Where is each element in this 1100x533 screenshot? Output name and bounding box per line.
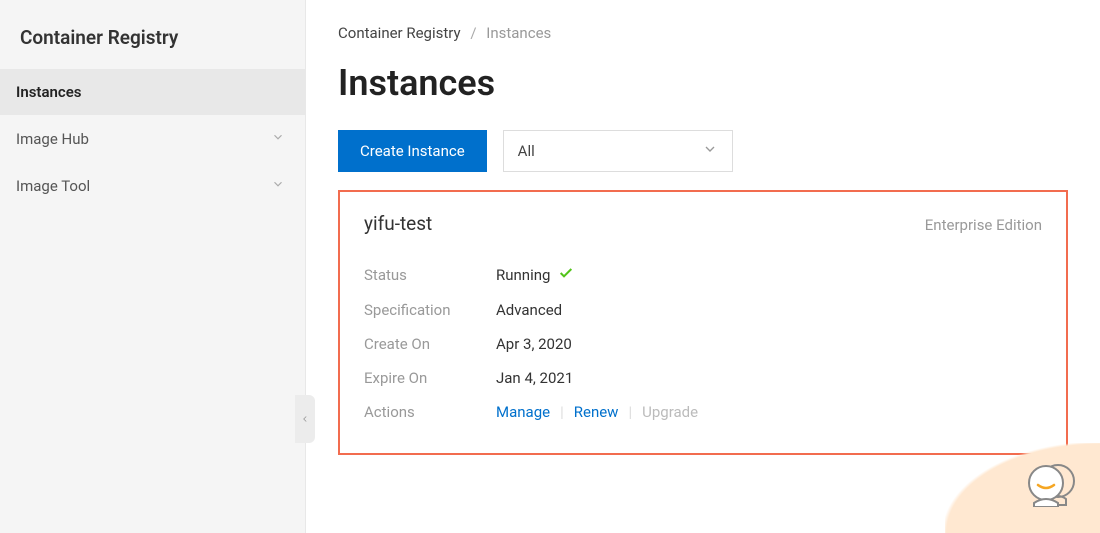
main-content: Container Registry / Instances Instances… — [306, 0, 1100, 533]
sidebar-collapse-handle[interactable] — [295, 395, 315, 443]
instance-card: yifu-test Enterprise Edition Status Runn… — [338, 190, 1068, 455]
breadcrumb-separator: / — [470, 24, 476, 42]
manage-link[interactable]: Manage — [496, 403, 550, 421]
row-expire-on: Expire On Jan 4, 2021 — [364, 361, 1042, 395]
value-specification: Advanced — [496, 301, 562, 319]
page-title: Instances — [338, 62, 1068, 104]
sidebar-item-image-hub[interactable]: Image Hub — [0, 115, 305, 162]
chevron-down-icon — [271, 176, 285, 195]
action-separator: | — [628, 403, 632, 421]
value-expire-on: Jan 4, 2021 — [496, 369, 573, 387]
action-separator: | — [560, 403, 564, 421]
instance-card-header: yifu-test Enterprise Edition — [364, 212, 1042, 235]
instance-name: yifu-test — [364, 212, 432, 235]
chevron-down-icon — [702, 141, 718, 161]
value-status: Running — [496, 265, 574, 285]
row-specification: Specification Advanced — [364, 293, 1042, 327]
sidebar-item-image-tool[interactable]: Image Tool — [0, 162, 305, 209]
instance-edition: Enterprise Edition — [925, 216, 1042, 234]
sidebar-item-label: Image Hub — [16, 130, 89, 148]
sidebar-item-label: Instances — [16, 83, 82, 101]
label-expire-on: Expire On — [364, 369, 496, 387]
label-specification: Specification — [364, 301, 496, 319]
row-actions: Actions Manage | Renew | Upgrade — [364, 395, 1042, 429]
row-create-on: Create On Apr 3, 2020 — [364, 327, 1042, 361]
sidebar-title: Container Registry — [0, 0, 305, 69]
filter-value: All — [518, 142, 535, 160]
support-icon[interactable] — [1022, 457, 1078, 511]
label-create-on: Create On — [364, 335, 496, 353]
label-status: Status — [364, 266, 496, 284]
status-text: Running — [496, 266, 550, 284]
renew-link[interactable]: Renew — [574, 403, 619, 421]
chevron-down-icon — [271, 129, 285, 148]
upgrade-link-disabled: Upgrade — [642, 403, 698, 421]
toolbar: Create Instance All — [338, 130, 1068, 172]
sidebar: Container Registry Instances Image Hub I… — [0, 0, 306, 533]
breadcrumb-root[interactable]: Container Registry — [338, 24, 461, 42]
row-status: Status Running — [364, 257, 1042, 293]
check-icon — [558, 265, 574, 285]
breadcrumb-current: Instances — [486, 24, 551, 42]
breadcrumb: Container Registry / Instances — [338, 24, 1068, 42]
actions-group: Manage | Renew | Upgrade — [496, 403, 698, 421]
sidebar-item-label: Image Tool — [16, 177, 90, 195]
create-instance-button[interactable]: Create Instance — [338, 130, 487, 172]
value-create-on: Apr 3, 2020 — [496, 335, 572, 353]
filter-select[interactable]: All — [503, 130, 733, 172]
label-actions: Actions — [364, 403, 496, 421]
sidebar-item-instances[interactable]: Instances — [0, 69, 305, 115]
